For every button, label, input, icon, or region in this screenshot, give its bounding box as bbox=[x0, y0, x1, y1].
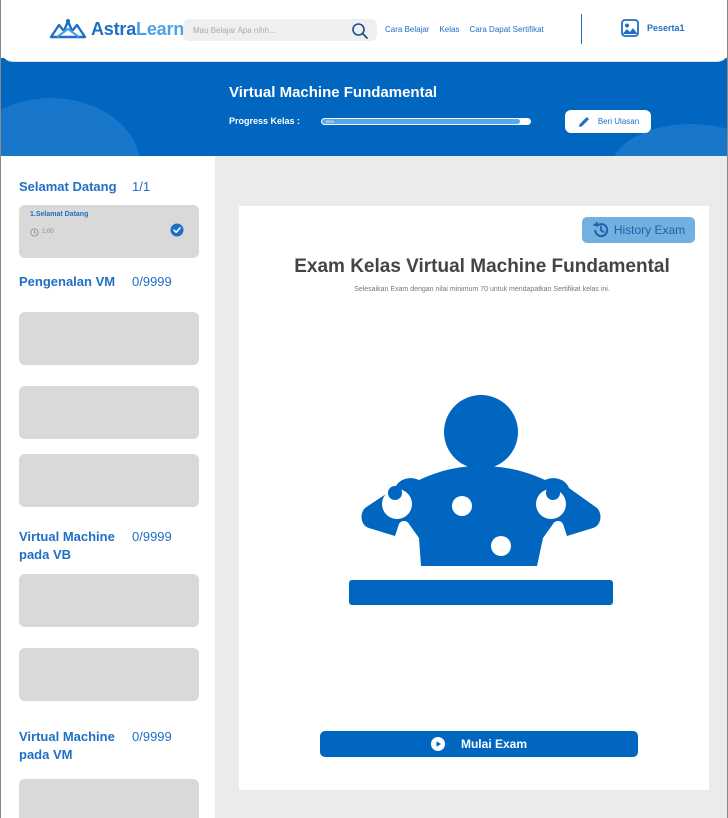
brand-name-part2: Learn bbox=[136, 18, 185, 39]
nav-divider bbox=[581, 14, 582, 44]
lesson-item[interactable] bbox=[19, 648, 199, 701]
top-navbar: AstraLearn Cara Belajar Kelas Cara Dapat… bbox=[1, 0, 727, 62]
progress-label: Progress Kelas : bbox=[229, 116, 301, 126]
section-header[interactable]: Selamat Datang 1/1 bbox=[19, 178, 150, 196]
lesson-item[interactable] bbox=[19, 386, 199, 439]
start-exam-label: Mulai Exam bbox=[460, 737, 528, 751]
history-icon bbox=[593, 221, 609, 238]
review-button[interactable]: Beri Ulasan bbox=[565, 110, 651, 133]
lesson-title: 1.Selamat Datang bbox=[30, 211, 89, 218]
search-bar bbox=[183, 19, 377, 41]
section-header[interactable]: Virtual Machine pada VM 0/9999 bbox=[19, 728, 172, 764]
brand-name-part1: Astra bbox=[91, 18, 137, 39]
lesson-item[interactable] bbox=[19, 312, 199, 365]
check-circle-icon bbox=[170, 223, 184, 237]
decor-blob bbox=[1, 98, 141, 156]
lesson-item[interactable] bbox=[19, 454, 199, 507]
section-count: 0/9999 bbox=[132, 274, 172, 289]
section-title: Pengenalan VM bbox=[19, 274, 116, 289]
nav-link-cara-belajar[interactable]: Cara Belajar bbox=[385, 25, 429, 34]
exam-subtitle: Selesaikan Exam dengan nilai minimum 70 … bbox=[354, 286, 610, 293]
section-count: 1/1 bbox=[132, 179, 151, 194]
brand-name: AstraLearn bbox=[91, 19, 184, 40]
astralearn-logo-icon bbox=[49, 19, 87, 39]
image-icon bbox=[621, 19, 639, 37]
section-header[interactable]: Pengenalan VM 0/9999 bbox=[19, 273, 172, 291]
lesson-item[interactable] bbox=[19, 574, 199, 627]
lesson-item[interactable] bbox=[19, 779, 199, 818]
course-title: Virtual Machine Fundamental bbox=[229, 84, 438, 101]
play-icon bbox=[430, 737, 445, 751]
section-title: Virtual Machine pada VB bbox=[19, 529, 115, 562]
progress-value: 95% bbox=[326, 119, 335, 124]
module-sidebar: Selamat Datang 1/1 1.Selamat Datang 1:00… bbox=[1, 156, 215, 818]
lesson-item-active[interactable]: 1.Selamat Datang 1:00 bbox=[19, 205, 199, 258]
main-content: History Exam Exam Kelas Virtual Machine … bbox=[215, 156, 727, 818]
review-button-label: Beri Ulasan bbox=[597, 117, 640, 126]
history-exam-label: History Exam bbox=[613, 223, 686, 237]
nav-links: Cara Belajar Kelas Cara Dapat Sertifikat bbox=[385, 25, 544, 34]
exam-illustration-icon bbox=[349, 395, 613, 605]
app-window: AstraLearn Cara Belajar Kelas Cara Dapat… bbox=[0, 0, 728, 818]
section-title: Selamat Datang bbox=[19, 179, 117, 194]
section-header[interactable]: Virtual Machine pada VB 0/9999 bbox=[19, 528, 172, 564]
course-header: Virtual Machine Fundamental Progress Kel… bbox=[1, 58, 727, 156]
section-count: 0/9999 bbox=[132, 529, 172, 544]
logo[interactable]: AstraLearn bbox=[49, 17, 184, 41]
progress-bar: 95% bbox=[321, 118, 531, 125]
section-title: Virtual Machine pada VM bbox=[19, 729, 115, 762]
exam-panel: History Exam Exam Kelas Virtual Machine … bbox=[239, 206, 709, 790]
clock-icon bbox=[30, 228, 39, 237]
search-input[interactable] bbox=[183, 19, 333, 41]
start-exam-button[interactable]: Mulai Exam bbox=[320, 731, 638, 757]
profile-menu[interactable]: Peserta1 bbox=[621, 19, 685, 37]
exam-title: Exam Kelas Virtual Machine Fundamental bbox=[294, 256, 670, 277]
lesson-duration: 1:00 bbox=[42, 229, 54, 235]
section-count: 0/9999 bbox=[132, 729, 172, 744]
progress-fill bbox=[322, 119, 520, 124]
pencil-icon bbox=[578, 116, 589, 127]
profile-name: Peserta1 bbox=[647, 23, 685, 33]
history-exam-button[interactable]: History Exam bbox=[582, 217, 695, 243]
search-icon[interactable] bbox=[351, 22, 369, 40]
nav-link-cara-dapat-sertifikat[interactable]: Cara Dapat Sertifikat bbox=[469, 25, 543, 34]
nav-link-kelas[interactable]: Kelas bbox=[439, 25, 459, 34]
